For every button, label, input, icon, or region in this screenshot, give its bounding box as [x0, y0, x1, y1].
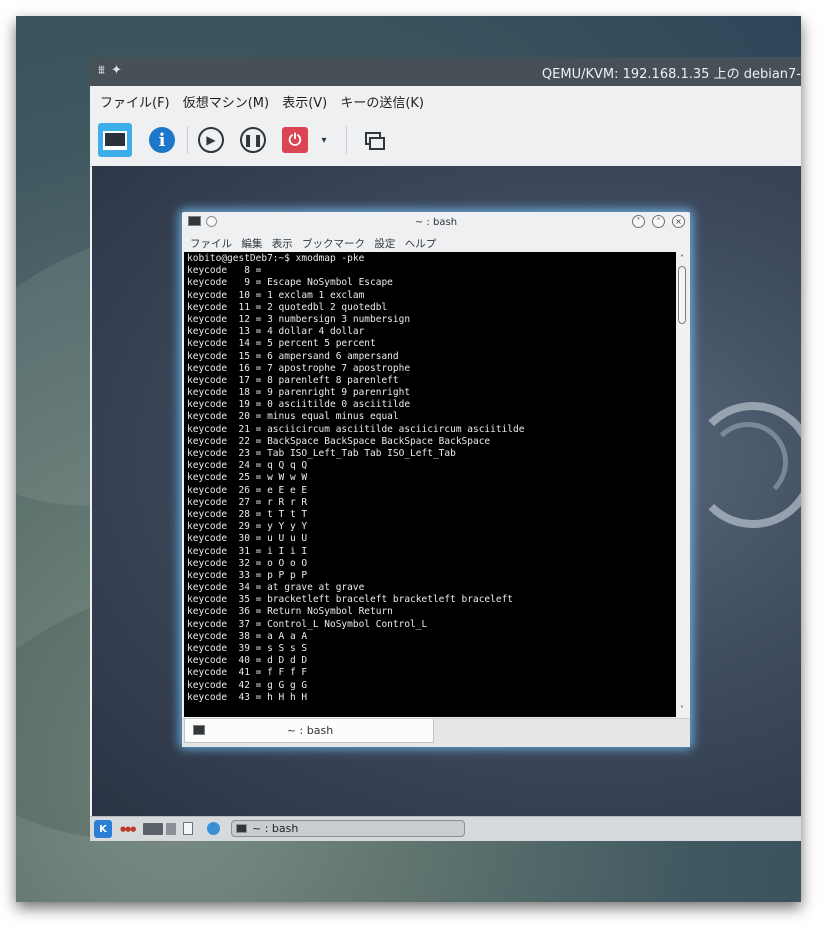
konsole-menu-view[interactable]: 表示 [272, 236, 293, 251]
fullscreen-button[interactable] [356, 123, 390, 157]
terminal-icon [236, 824, 247, 833]
browser-icon[interactable] [207, 822, 220, 835]
vm-titlebar[interactable]: ⩩ ✦ QEMU/KVM: 192.168.1.35 上の debian7- [90, 57, 801, 86]
taskbar-entry-label: ~ : bash [252, 822, 299, 835]
tab-bash[interactable]: ~ : bash [184, 719, 434, 743]
terminal-line: keycode 28 = t T t T [187, 508, 308, 520]
terminal-line: keycode 23 = Tab ISO_Left_Tab Tab ISO_Le… [187, 448, 456, 459]
toolbar-separator [346, 126, 347, 154]
terminal-line: keycode 37 = Control_L NoSymbol Control_… [187, 618, 428, 630]
terminal-line: keycode 14 = 5 percent 5 percent [187, 338, 376, 350]
terminal-line: keycode 35 = bracketleft braceleft brack… [187, 594, 514, 606]
host-desktop: ⩩ ✦ QEMU/KVM: 192.168.1.35 上の debian7- ファ… [16, 16, 801, 902]
konsole-menu-settings[interactable]: 設定 [374, 236, 395, 251]
terminal-line: keycode 27 = r R r R [187, 496, 308, 508]
terminal-line: keycode 9 = Escape NoSymbol Escape [187, 277, 393, 289]
terminal-line: keycode 34 = at grave at grave [187, 582, 365, 594]
terminal-line: keycode 21 = asciicircum asciitilde asci… [187, 423, 525, 435]
terminal-line: keycode 30 = u U u U [187, 533, 308, 545]
power-icon: ⏻ [282, 127, 308, 153]
vm-toolbar: i ▶ ❚❚ ⏻ ▾ [90, 114, 801, 167]
terminal-line: keycode 24 = q Q q Q [187, 460, 308, 472]
konsole-menu-bookmarks[interactable]: ブックマーク [302, 236, 365, 251]
terminal-prompt-line: kobito@gestDeb7:~$ xmodmap -pke [187, 253, 365, 264]
terminal-line: keycode 33 = p P p P [187, 569, 308, 581]
vm-viewer-window: ⩩ ✦ QEMU/KVM: 192.168.1.35 上の debian7- ファ… [90, 57, 801, 841]
terminal-output[interactable]: kobito@gestDeb7:~$ xmodmap -pke keycode 8… [184, 252, 676, 717]
window-menu-icon[interactable]: ⩩ [98, 63, 105, 78]
konsole-titlebar[interactable]: ~ : bash ˅ ˄ × [182, 212, 690, 232]
dropdown-icon: ▾ [321, 134, 327, 146]
pause-icon: ❚❚ [240, 127, 266, 153]
terminal-line: keycode 8 = [187, 265, 262, 277]
taskbar-entry-bash[interactable]: ~ : bash [231, 820, 465, 837]
terminal-line: keycode 15 = 6 ampersand 6 ampersand [187, 350, 399, 362]
konsole-menu-edit[interactable]: 編集 [241, 236, 262, 251]
terminal-line: keycode 13 = 4 dollar 4 dollar [187, 326, 365, 338]
maximize-button[interactable]: ˄ [652, 215, 665, 228]
terminal-line: keycode 42 = g G g G [187, 679, 308, 691]
terminal-line: keycode 31 = i I i I [187, 545, 308, 557]
konsole-menubar: ファイル 編集 表示 ブックマーク 設定 ヘルプ [182, 234, 690, 251]
tab-label: ~ : bash [286, 724, 334, 737]
run-button[interactable]: ▶ [194, 123, 228, 157]
play-icon: ▶ [198, 127, 224, 153]
terminal-line: keycode 43 = h H h H [187, 691, 308, 703]
terminal-line: keycode 32 = o O o O [187, 557, 308, 569]
guest-display[interactable]: ~ : bash ˅ ˄ × ファイル 編集 表示 ブックマーク 設定 ヘルプ … [92, 166, 801, 816]
terminal-line: keycode 19 = 0 asciitilde 0 asciitilde [187, 399, 411, 411]
terminal-line: keycode 40 = d D d D [187, 655, 308, 667]
terminal-line: keycode 20 = minus equal minus equal [187, 411, 399, 423]
terminal-scrollbar[interactable]: ˄ ˅ [676, 252, 688, 717]
terminal-line: keycode 29 = y Y y Y [187, 521, 308, 533]
terminal-line: keycode 18 = 9 parenright 9 parenright [187, 387, 411, 399]
menu-virtual-machine[interactable]: 仮想マシン(M) [183, 92, 269, 111]
shutdown-button[interactable]: ⏻ [278, 123, 312, 157]
terminal-line: keycode 12 = 3 numbersign 3 numbersign [187, 313, 411, 325]
menu-view[interactable]: 表示(V) [282, 92, 327, 111]
pin-icon[interactable]: ✦ [111, 63, 122, 78]
show-console-button[interactable] [98, 123, 132, 157]
konsole-title: ~ : bash [414, 217, 458, 228]
kde-menu-icon[interactable]: K [94, 820, 112, 838]
shutdown-dropdown-button[interactable]: ▾ [314, 123, 334, 157]
terminal-line: keycode 26 = e E e E [187, 484, 308, 496]
terminal-line: keycode 17 = 8 parenleft 8 parenleft [187, 374, 399, 386]
terminal-line: keycode 22 = BackSpace BackSpace BackSpa… [187, 435, 491, 447]
debian-swirl-inner [708, 422, 788, 502]
terminal-line: keycode 10 = 1 exclam 1 exclam [187, 289, 365, 301]
info-icon: i [149, 127, 175, 153]
menu-send-key[interactable]: キーの送信(K) [340, 92, 424, 111]
terminal-line: keycode 11 = 2 quotedbl 2 quotedbl [187, 301, 388, 313]
display-icon [103, 130, 127, 150]
terminal-line: keycode 41 = f F f F [187, 667, 308, 679]
scrollbar-handle[interactable] [678, 266, 686, 324]
konsole-tabbar: ~ : bash [182, 718, 690, 747]
pager-icon[interactable]: ●●● [120, 825, 136, 833]
show-details-button[interactable]: i [145, 123, 179, 157]
konsole-menu-help[interactable]: ヘルプ [405, 236, 437, 251]
folder-icon[interactable] [143, 823, 163, 835]
terminal-line: keycode 38 = a A a A [187, 630, 308, 642]
konsole-window: ~ : bash ˅ ˄ × ファイル 編集 表示 ブックマーク 設定 ヘルプ … [182, 212, 690, 747]
pause-button[interactable]: ❚❚ [236, 123, 270, 157]
vm-window-title: QEMU/KVM: 192.168.1.35 上の debian7- [541, 67, 801, 82]
minimize-button[interactable]: ˅ [632, 215, 645, 228]
guest-taskbar: K ●●● ~ : bash [90, 816, 801, 841]
konsole-menu-file[interactable]: ファイル [190, 236, 232, 251]
vm-menubar: ファイル(F) 仮想マシン(M) 表示(V) キーの送信(K) [90, 86, 801, 114]
screenshot-icon-front [369, 137, 385, 150]
terminal-line: keycode 16 = 7 apostrophe 7 apostrophe [187, 362, 411, 374]
document-icon[interactable] [183, 822, 193, 835]
toolbar-separator [187, 126, 188, 154]
scroll-up-icon[interactable]: ˄ [676, 252, 688, 266]
scroll-down-icon[interactable]: ˅ [676, 703, 688, 717]
terminal-line: keycode 36 = Return NoSymbol Return [187, 606, 393, 618]
terminal-line: keycode 39 = s S s S [187, 643, 308, 654]
file-manager-icon[interactable] [166, 823, 176, 835]
terminal-line: keycode 25 = w W w W [187, 472, 308, 484]
close-button[interactable]: × [672, 215, 685, 228]
menu-file[interactable]: ファイル(F) [100, 92, 170, 111]
